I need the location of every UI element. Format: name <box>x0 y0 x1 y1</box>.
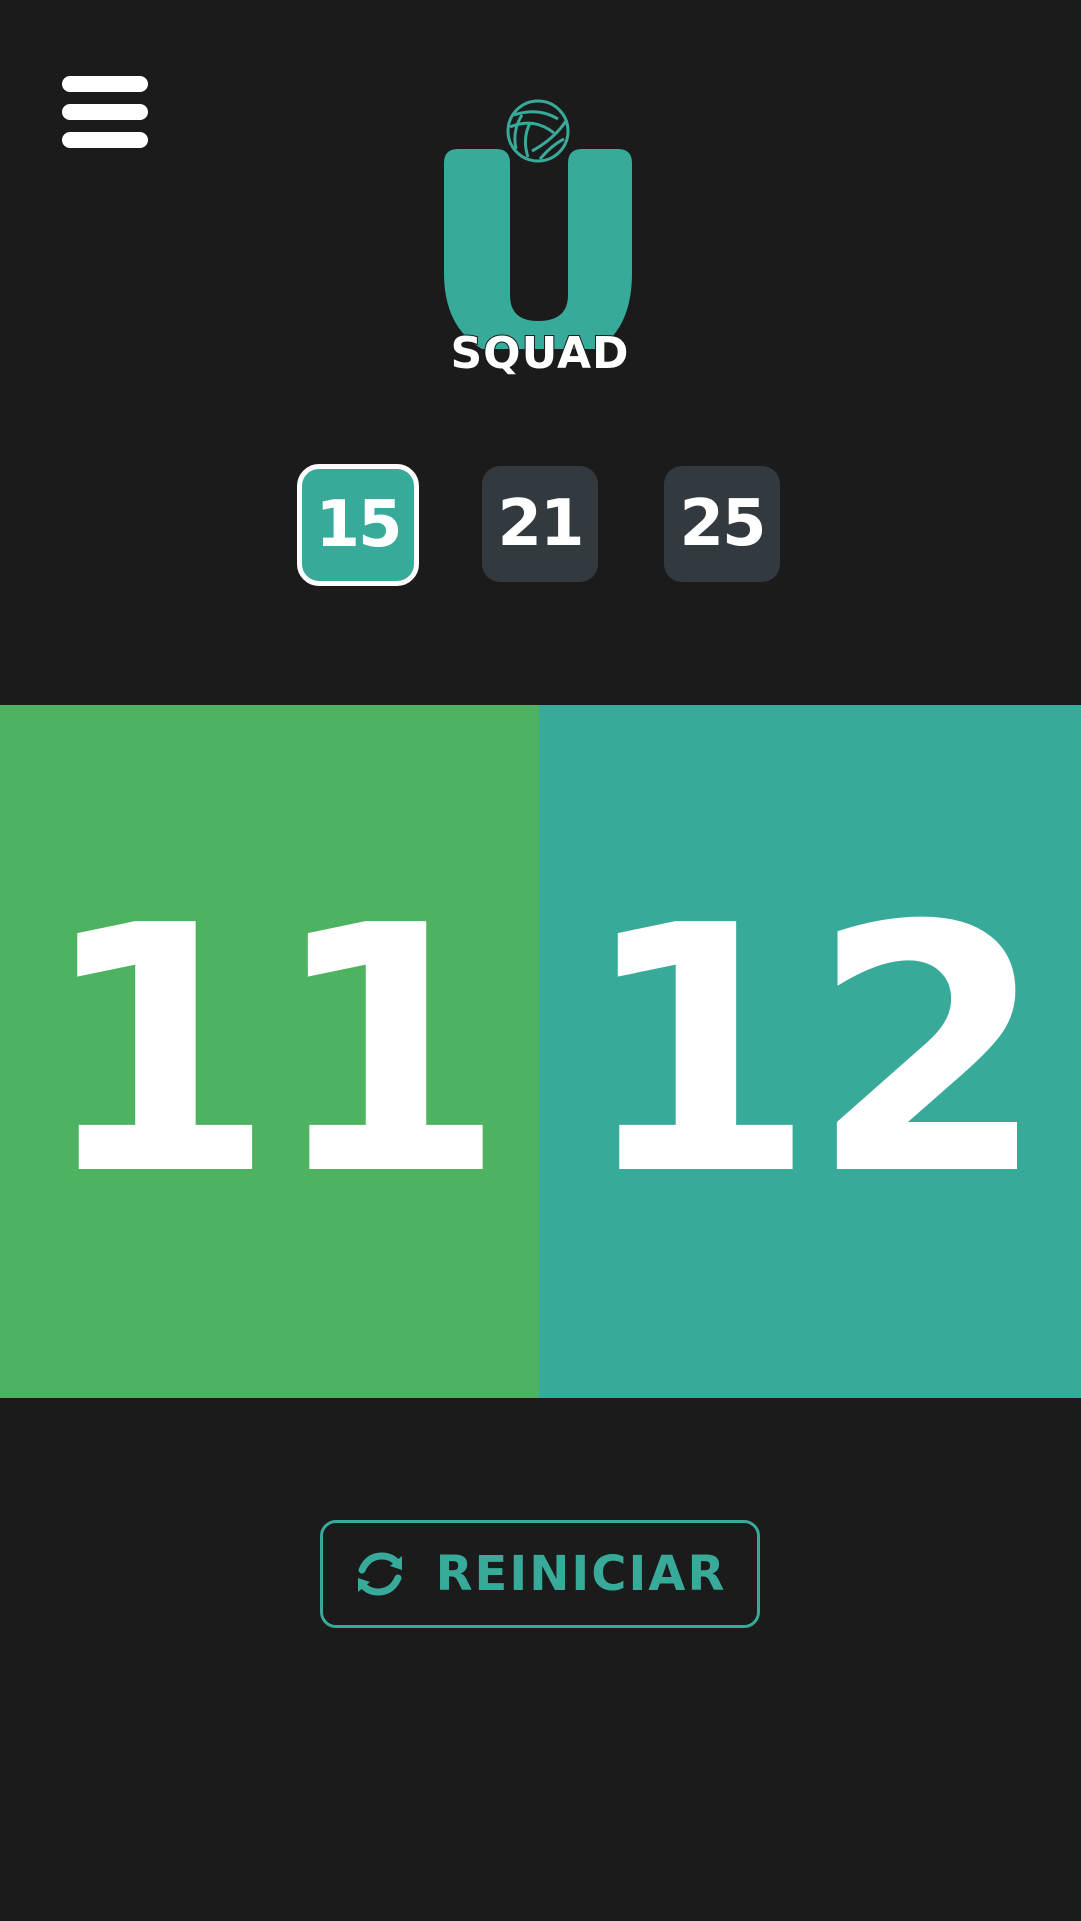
reset-label: REINICIAR <box>435 1546 727 1602</box>
scoreboard: 11 12 <box>0 705 1081 1398</box>
preset-21-button[interactable]: 21 <box>482 466 598 582</box>
logo-letter-u <box>444 149 632 349</box>
team-left-score[interactable]: 11 <box>0 705 539 1398</box>
app-logo: SQUAD <box>430 95 650 385</box>
team-right-score[interactable]: 12 <box>539 705 1081 1398</box>
preset-15-button[interactable]: 15 <box>297 464 419 586</box>
preset-25-button[interactable]: 25 <box>664 466 780 582</box>
menu-button[interactable] <box>58 74 152 154</box>
reset-button[interactable]: REINICIAR <box>320 1520 760 1628</box>
refresh-icon <box>357 1552 402 1596</box>
game-point-selector: 15 21 25 <box>0 464 1081 586</box>
logo-wordmark: SQUAD <box>450 328 629 379</box>
volleyball-icon <box>506 99 570 163</box>
